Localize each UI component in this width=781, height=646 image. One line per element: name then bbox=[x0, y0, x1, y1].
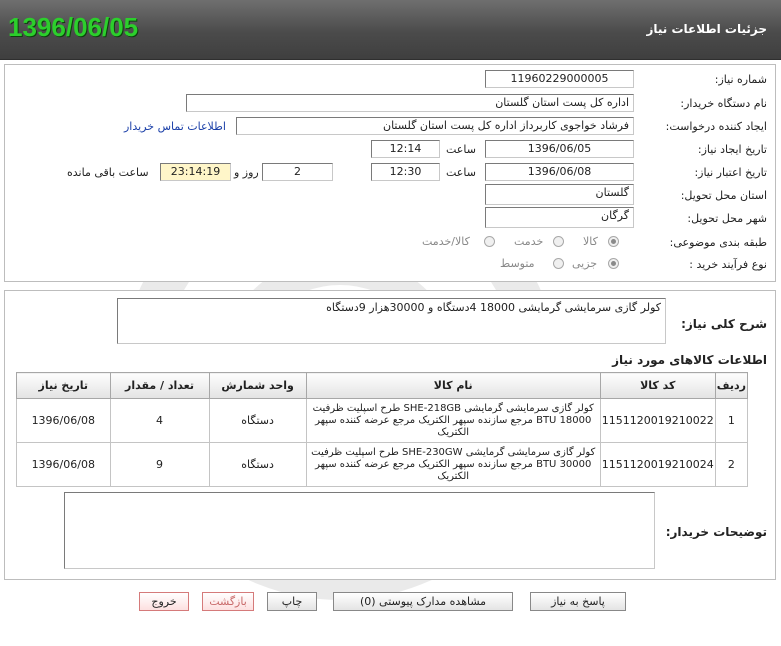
cell-need-date: 1396/06/08 bbox=[16, 398, 111, 443]
valid-time-field: 12:30 bbox=[371, 163, 440, 181]
items-section-title: اطلاعات کالاهای مورد نیاز bbox=[612, 353, 767, 367]
header-row-number: ردیف bbox=[714, 372, 749, 399]
process-option-minor: جزیی bbox=[572, 257, 598, 270]
time-remaining-field: 23:14:19 bbox=[160, 163, 231, 181]
back-button[interactable]: بازگشت bbox=[202, 592, 254, 611]
buyer-org-field: اداره کل پست استان گلستان bbox=[186, 94, 634, 112]
cell-item-name: کولر گازی سرمایشی گرمایشی SHE-230GW طرح … bbox=[305, 442, 601, 487]
requester-label: ایجاد کننده درخواست: bbox=[665, 120, 767, 133]
create-time-label: ساعت bbox=[446, 143, 476, 156]
cell-row-number: 2 bbox=[714, 442, 749, 487]
summary-field: کولر گازی سرمایشی گرمایشی 18000 4دستگاه … bbox=[117, 298, 666, 344]
summary-label: شرح کلی نیاز: bbox=[681, 317, 767, 331]
time-remaining-label: ساعت باقی مانده bbox=[67, 166, 149, 179]
page-title: جزئیات اطلاعات نیاز bbox=[646, 22, 767, 36]
cell-row-number: 1 bbox=[714, 398, 749, 443]
table-row[interactable]: 1396/06/08 4 دستگاه کولر گازی سرمایشی گر… bbox=[16, 398, 749, 443]
header-quantity: تعداد / مقدار bbox=[109, 372, 210, 399]
cell-item-code: 1151120019210022 bbox=[599, 398, 716, 443]
create-date-label: تاریخ ایجاد نیاز: bbox=[697, 143, 767, 156]
buyer-contact-link[interactable]: اطلاعات تماس خریدار bbox=[124, 120, 226, 133]
category-option-service: خدمت bbox=[514, 235, 544, 248]
header-bar: جزئیات اطلاعات نیاز 1396/06/05 bbox=[0, 0, 781, 60]
print-button[interactable]: چاپ bbox=[267, 592, 317, 611]
buyer-org-label: نام دستگاه خریدار: bbox=[680, 97, 767, 110]
province-label: استان محل تحویل: bbox=[680, 189, 767, 202]
province-field: گلستان bbox=[485, 184, 634, 205]
cell-unit: دستگاه bbox=[208, 398, 307, 443]
valid-date-label: تاریخ اعتبار نیاز: bbox=[694, 166, 767, 179]
days-remaining-field: 2 bbox=[262, 163, 333, 181]
process-radio-minor[interactable] bbox=[608, 258, 619, 269]
category-option-both: کالا/خدمت bbox=[422, 235, 470, 248]
table-row[interactable]: 1396/06/08 9 دستگاه کولر گازی سرمایشی گر… bbox=[16, 442, 749, 487]
cell-unit: دستگاه bbox=[208, 442, 307, 487]
buyer-notes-field bbox=[64, 492, 655, 569]
cell-quantity: 4 bbox=[109, 398, 210, 443]
process-type-label: نوع فرآیند خرید : bbox=[689, 258, 767, 271]
need-number-label: شماره نیاز: bbox=[714, 73, 767, 86]
items-header-row: تاریخ نیاز تعداد / مقدار واحد شمارش نام … bbox=[16, 372, 749, 399]
requester-field: فرشاد خواجوی کاربرداز اداره کل پست استان… bbox=[236, 117, 634, 135]
create-time-field: 12:14 bbox=[371, 140, 440, 158]
header-unit: واحد شمارش bbox=[208, 372, 307, 399]
header-item-name: نام کالا bbox=[305, 372, 601, 399]
category-label: طبقه بندی موضوعی: bbox=[669, 236, 767, 249]
cell-item-code: 1151120019210024 bbox=[599, 442, 716, 487]
header-date: 1396/06/05 bbox=[8, 12, 139, 42]
city-label: شهر محل تحویل: bbox=[687, 212, 767, 225]
items-table: تاریخ نیاز تعداد / مقدار واحد شمارش نام … bbox=[16, 372, 749, 487]
category-radio-both[interactable] bbox=[484, 236, 495, 247]
cell-item-name: کولر گازی سرمایشی گرمایشی SHE-218GB طرح … bbox=[305, 398, 601, 443]
days-label: روز و bbox=[234, 166, 259, 179]
category-radio-service[interactable] bbox=[553, 236, 564, 247]
category-option-goods: کالا bbox=[583, 235, 598, 248]
process-radio-medium[interactable] bbox=[553, 258, 564, 269]
valid-time-label: ساعت bbox=[446, 166, 476, 179]
cell-need-date: 1396/06/08 bbox=[16, 442, 111, 487]
exit-button[interactable]: خروج bbox=[139, 592, 189, 611]
city-field: گرگان bbox=[485, 207, 634, 228]
header-need-date: تاریخ نیاز bbox=[16, 372, 111, 399]
view-attachments-button[interactable]: مشاهده مدارک پیوستی (0) bbox=[333, 592, 513, 611]
process-option-medium: متوسط bbox=[500, 257, 535, 270]
need-number-field: 1196022900000​5 bbox=[485, 70, 634, 88]
reply-button[interactable]: پاسخ به نیاز bbox=[530, 592, 626, 611]
create-date-field: 1396/06/05 bbox=[485, 140, 634, 158]
buyer-notes-label: توضیحات خریدار: bbox=[665, 525, 767, 539]
header-item-code: کد کالا bbox=[599, 372, 716, 399]
valid-date-field: 1396/06/08 bbox=[485, 163, 634, 181]
category-radio-goods[interactable] bbox=[608, 236, 619, 247]
cell-quantity: 9 bbox=[109, 442, 210, 487]
